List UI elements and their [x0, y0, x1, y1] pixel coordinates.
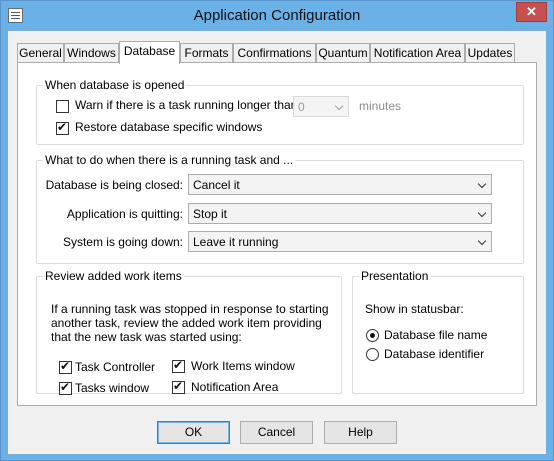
restore-windows-label[interactable]: Restore database specific windows: [75, 120, 262, 134]
cancel-button[interactable]: Cancel: [240, 421, 313, 444]
minutes-unit-label: minutes: [359, 99, 402, 113]
database-file-name-label[interactable]: Database file name: [384, 328, 487, 342]
warn-minutes-combo[interactable]: 0: [293, 96, 349, 117]
review-work-items-title: Review added work items: [43, 269, 184, 283]
work-items-window-checkbox[interactable]: [172, 358, 185, 373]
tab-quantum[interactable]: Quantum: [316, 43, 370, 63]
application-configuration-window: Application Configuration ✕ General Wind…: [0, 0, 554, 461]
presentation-title: Presentation: [359, 269, 431, 283]
close-button[interactable]: ✕: [516, 2, 547, 22]
database-tab-panel: When database is opened Warn if there is…: [17, 62, 537, 406]
task-controller-label[interactable]: Task Controller: [75, 360, 155, 374]
tab-windows[interactable]: Windows: [64, 43, 119, 63]
restore-windows-checkbox[interactable]: [56, 120, 69, 135]
app-quitting-value: Stop it: [193, 207, 228, 221]
chevron-down-icon: [479, 238, 487, 246]
tab-database[interactable]: Database: [119, 41, 180, 64]
tasks-window-checkbox[interactable]: [59, 380, 72, 395]
presentation-group: Presentation Show in statusbar: Database…: [352, 269, 524, 394]
notification-area-checkbox[interactable]: [172, 379, 185, 394]
warn-long-task-checkbox[interactable]: [56, 100, 69, 113]
app-quitting-combo[interactable]: Stop it: [188, 203, 492, 224]
task-controller-checkbox[interactable]: [59, 359, 72, 374]
tasks-window-label[interactable]: Tasks window: [75, 381, 149, 395]
database-identifier-radio[interactable]: [366, 348, 379, 361]
review-work-items-group: Review added work items If a running tas…: [36, 269, 342, 395]
help-button[interactable]: Help: [324, 421, 397, 444]
warn-long-task-label[interactable]: Warn if there is a task running longer t…: [75, 98, 301, 112]
window-title: Application Configuration: [193, 7, 361, 24]
tab-notification-area[interactable]: Notification Area: [370, 43, 465, 63]
running-task-group: What to do when there is a running task …: [36, 153, 524, 264]
dialog-client-area: General Windows Database Formats Confirm…: [8, 31, 546, 454]
database-closing-label: Database is being closed:: [45, 178, 183, 192]
database-identifier-label[interactable]: Database identifier: [384, 347, 484, 361]
title-bar[interactable]: Application Configuration ✕: [1, 1, 553, 31]
notification-area-label[interactable]: Notification Area: [191, 380, 278, 394]
chevron-down-icon: [479, 210, 487, 218]
database-closing-value: Cancel it: [193, 178, 240, 192]
system-down-label: System is going down:: [62, 235, 183, 249]
chevron-down-icon: [479, 181, 487, 189]
running-task-title: What to do when there is a running task …: [43, 153, 296, 167]
warn-minutes-value: 0: [298, 100, 305, 114]
system-down-combo[interactable]: Leave it running: [188, 231, 492, 252]
tab-updates[interactable]: Updates: [465, 43, 515, 63]
tab-general[interactable]: General: [17, 43, 64, 63]
tab-formats[interactable]: Formats: [180, 43, 233, 63]
when-opened-group: When database is opened Warn if there is…: [36, 78, 524, 145]
system-down-value: Leave it running: [193, 235, 279, 249]
show-in-statusbar-label: Show in statusbar:: [365, 302, 464, 316]
when-opened-title: When database is opened: [43, 78, 187, 92]
review-description: If a running task was stopped in respons…: [51, 302, 329, 344]
work-items-window-label[interactable]: Work Items window: [191, 359, 295, 373]
tab-confirmations[interactable]: Confirmations: [233, 43, 316, 63]
database-closing-combo[interactable]: Cancel it: [188, 174, 492, 195]
chevron-down-icon: [336, 103, 344, 111]
app-quitting-label: Application is quitting:: [66, 207, 183, 221]
ok-button[interactable]: OK: [157, 421, 230, 444]
database-file-name-radio[interactable]: [366, 329, 379, 342]
